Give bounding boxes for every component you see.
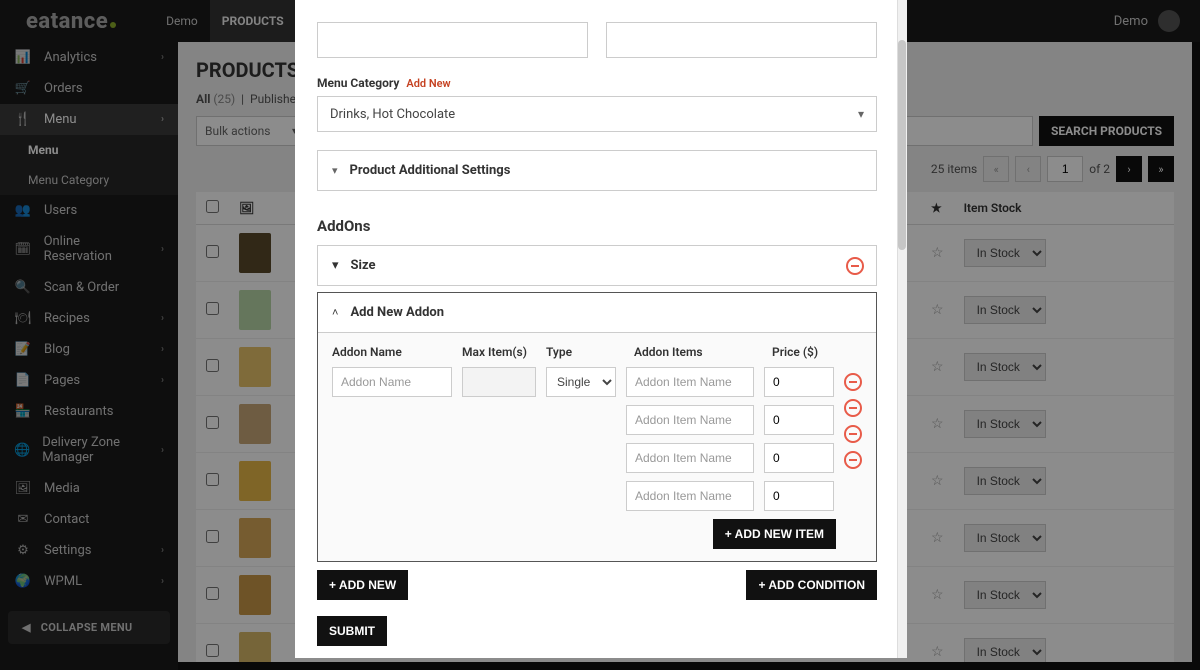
- addon-max-input[interactable]: [462, 367, 536, 397]
- chevron-down-icon: ▾: [332, 258, 339, 273]
- add-new-addon-button[interactable]: + ADD NEW: [317, 570, 408, 600]
- product-edit-modal: Menu Category Add New Drinks, Hot Chocol…: [295, 0, 907, 658]
- addon-item-input[interactable]: [626, 367, 754, 397]
- addon-price-input[interactable]: [764, 405, 834, 435]
- remove-item-icon[interactable]: [844, 425, 862, 443]
- addon-price-input[interactable]: [764, 481, 834, 511]
- input-stub-left[interactable]: [317, 22, 588, 58]
- chevron-down-icon: ▾: [332, 164, 338, 177]
- remove-item-icon[interactable]: [844, 451, 862, 469]
- addon-item-input[interactable]: [626, 405, 754, 435]
- menu-category-select[interactable]: Drinks, Hot Chocolate: [317, 96, 877, 132]
- menu-category-label: Menu Category Add New: [317, 76, 877, 90]
- remove-item-icon[interactable]: [844, 373, 862, 391]
- chevron-up-icon: ˄: [332, 306, 338, 319]
- addon-size-row[interactable]: ▾ Size: [317, 245, 877, 286]
- addon-new-header[interactable]: ˄ Add New Addon: [318, 293, 876, 333]
- add-condition-button[interactable]: + ADD CONDITION: [746, 570, 877, 600]
- remove-item-icon[interactable]: [844, 399, 862, 417]
- addon-type-select[interactable]: Single: [546, 367, 616, 397]
- add-new-item-button[interactable]: + ADD NEW ITEM: [713, 519, 836, 549]
- addon-column-headers: Addon Name Max Item(s) Type Addon Items …: [332, 345, 862, 359]
- menu-category-addnew[interactable]: Add New: [406, 77, 450, 90]
- input-stub-right[interactable]: [606, 22, 877, 58]
- product-additional-settings-toggle[interactable]: ▾ Product Additional Settings: [317, 150, 877, 191]
- modal-scrollbar[interactable]: [897, 0, 907, 658]
- addons-title: AddOns: [317, 217, 877, 235]
- submit-button[interactable]: SUBMIT: [317, 616, 387, 646]
- addon-item-input[interactable]: [626, 443, 754, 473]
- addon-price-input[interactable]: [764, 367, 834, 397]
- addon-price-input[interactable]: [764, 443, 834, 473]
- addon-name-input[interactable]: [332, 367, 452, 397]
- remove-addon-icon[interactable]: [846, 257, 864, 275]
- addon-item-input[interactable]: [626, 481, 754, 511]
- addon-new-panel: ˄ Add New Addon Addon Name Max Item(s) T…: [317, 292, 877, 562]
